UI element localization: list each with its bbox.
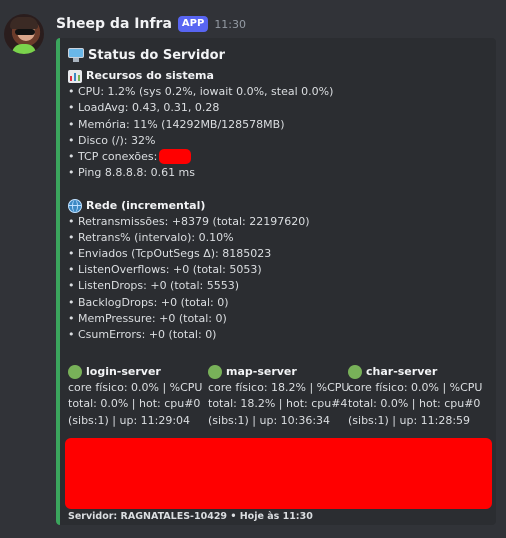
- embed-body: Status do Servidor Recursos do sistema •…: [65, 46, 492, 522]
- field-name: map-server: [208, 364, 348, 380]
- field-value-line: core físico: 0.0% | %CPU: [348, 381, 483, 395]
- avatar[interactable]: [4, 14, 44, 54]
- avatar-shirt: [12, 44, 36, 54]
- green-circle-icon: [348, 365, 362, 380]
- bar-chart-icon: [68, 69, 82, 83]
- avatar-hair: [10, 17, 38, 29]
- network-line-outsegs: • Enviados (TcpOutSegs Δ): 8185023: [68, 247, 272, 261]
- field-value-line: core físico: 18.2% | %CPU: [208, 381, 350, 395]
- network-heading-text: Rede (incremental): [86, 198, 206, 212]
- avatar-glasses: [15, 29, 35, 35]
- network-line-mem-pressure: • MemPressure: +0 (total: 0): [68, 311, 227, 325]
- field-value-line: total: 0.0% | hot: cpu#0: [348, 397, 481, 411]
- network-line-retrans: • Retransmissões: +8379 (total: 22197620…: [68, 214, 310, 228]
- green-circle-icon: [208, 365, 222, 380]
- resource-line-memory: • Memória: 11% (14292MB/128578MB): [68, 117, 285, 131]
- field-login-server: login-server core físico: 0.0% | %CPU to…: [68, 364, 208, 429]
- resource-line-tcp: • TCP conexões:: [68, 149, 490, 165]
- field-value-line: core físico: 0.0% | %CPU: [68, 381, 203, 395]
- embed-title-text: Status do Servidor: [88, 47, 226, 63]
- resource-line-ping: • Ping 8.8.8.8: 0.61 ms: [68, 166, 196, 180]
- username[interactable]: Sheep da Infra: [56, 16, 172, 32]
- resources-heading-text: Recursos do sistema: [86, 69, 214, 82]
- embed-description: Recursos do sistema • CPU: 1.2% (sys 0.2…: [68, 68, 490, 343]
- network-line-backlog-drops: • BacklogDrops: +0 (total: 0): [68, 295, 229, 309]
- message-header: Sheep da Infra APP 11:30: [56, 14, 246, 34]
- network-line-listen-overflows: • ListenOverflows: +0 (total: 5053): [68, 263, 262, 277]
- tcp-label: • TCP conexões:: [68, 149, 158, 163]
- chat-message: Sheep da Infra APP 11:30 Status do Servi…: [0, 0, 506, 538]
- field-char-server: char-server core físico: 0.0% | %CPU tot…: [348, 364, 488, 429]
- field-name-text: map-server: [226, 365, 297, 378]
- resource-line-cpu: • CPU: 1.2% (sys 0.2%, iowait 0.0%, stea…: [68, 85, 334, 99]
- server-fields: login-server core físico: 0.0% | %CPU to…: [68, 364, 490, 429]
- field-value-line: total: 18.2% | hot: cpu#4: [208, 397, 348, 411]
- status-embed: Status do Servidor Recursos do sistema •…: [56, 38, 496, 525]
- resource-line-disk: • Disco (/): 32%: [68, 133, 156, 147]
- network-heading: Rede (incremental): [68, 198, 490, 214]
- embed-title: Status do Servidor: [68, 46, 490, 64]
- field-value-line: (sibs:1) | up: 10:36:34: [208, 413, 331, 427]
- network-line-listen-drops: • ListenDrops: +0 (total: 5553): [68, 279, 239, 293]
- resource-line-loadavg: • LoadAvg: 0.43, 0.31, 0.28: [68, 101, 220, 115]
- field-name: login-server: [68, 364, 208, 380]
- desktop-computer-icon: [68, 48, 84, 62]
- resources-heading: Recursos do sistema: [68, 68, 490, 84]
- green-circle-icon: [68, 365, 82, 380]
- field-name-text: char-server: [366, 365, 438, 378]
- globe-icon: [68, 198, 82, 213]
- field-value-line: total: 0.0% | hot: cpu#0: [68, 397, 201, 411]
- timestamp[interactable]: 11:30: [214, 18, 246, 31]
- network-line-csum-errors: • CsumErrors: +0 (total: 0): [68, 328, 217, 341]
- field-value-line: (sibs:1) | up: 11:28:59: [348, 413, 471, 427]
- field-name-text: login-server: [86, 365, 161, 378]
- redacted-tcp-value: [159, 149, 192, 165]
- app-badge: APP: [177, 16, 209, 32]
- redacted-block: [65, 438, 492, 509]
- embed-footer: Servidor: RAGNATALES-10429 • Hoje às 11:…: [68, 511, 313, 522]
- network-line-retrans-pct: • Retrans% (intervalo): 0.10%: [68, 230, 234, 244]
- field-map-server: map-server core físico: 18.2% | %CPU tot…: [208, 364, 350, 429]
- field-value-line: (sibs:1) | up: 11:29:04: [68, 413, 191, 427]
- field-name: char-server: [348, 364, 488, 380]
